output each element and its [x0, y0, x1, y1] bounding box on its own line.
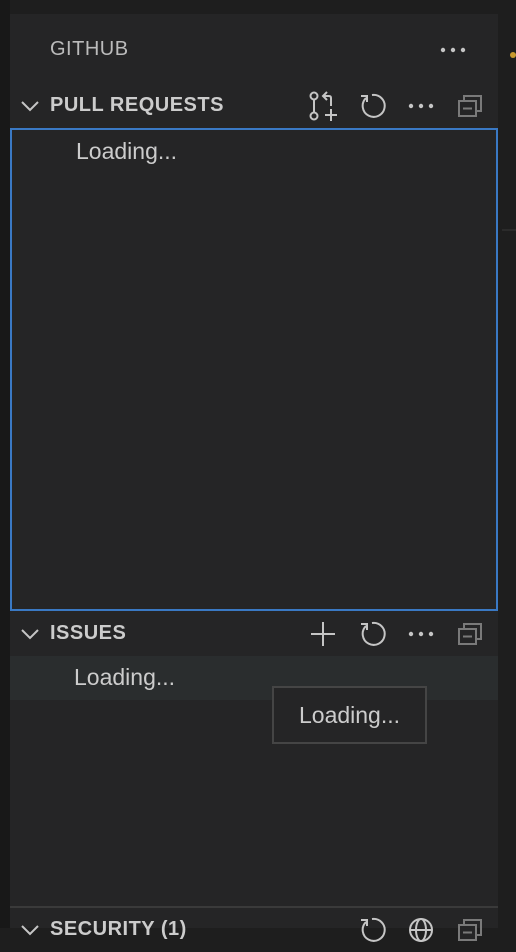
ellipsis-icon: [440, 40, 466, 58]
collapse-issues-button[interactable]: [452, 616, 488, 652]
collapse-pull-requests-button[interactable]: [452, 88, 488, 124]
refresh-icon: [358, 916, 386, 944]
github-sidebar: GITHUB PULL REQUESTS Loading... ISSUES L…: [10, 14, 498, 942]
tree-item-label: Loading...: [76, 138, 178, 164]
activity-bar-edge: [0, 0, 10, 928]
issues-actions: [305, 616, 488, 652]
collapse-security-button[interactable]: [452, 912, 488, 948]
refresh-pull-requests-button[interactable]: [354, 88, 390, 124]
ellipsis-icon: [408, 103, 434, 109]
security-title: SECURITY (1): [50, 918, 187, 940]
refresh-issues-button[interactable]: [354, 616, 390, 652]
chevron-down-icon: [18, 622, 42, 646]
pull-requests-section-header[interactable]: PULL REQUESTS: [10, 84, 498, 128]
collapse-all-icon: [457, 94, 483, 118]
create-pull-request-button[interactable]: [305, 88, 341, 124]
refresh-icon: [358, 620, 386, 648]
security-section-header[interactable]: SECURITY (1): [10, 908, 498, 952]
collapse-all-icon: [457, 622, 483, 646]
globe-icon: [407, 916, 435, 944]
refresh-security-button[interactable]: [354, 912, 390, 948]
add-icon: [309, 620, 337, 648]
view-more-actions-button[interactable]: [435, 34, 471, 64]
refresh-icon: [358, 92, 386, 120]
pull-requests-title: PULL REQUESTS: [50, 94, 224, 116]
chevron-down-icon: [18, 918, 42, 942]
title-bar-strip: [0, 0, 516, 14]
create-issue-button[interactable]: [305, 616, 341, 652]
tree-item-label: Loading...: [74, 664, 176, 690]
editor-sash: [502, 229, 516, 231]
open-in-browser-button[interactable]: [403, 912, 439, 948]
pull-requests-tree[interactable]: Loading...: [10, 128, 498, 611]
view-title: GITHUB: [50, 38, 129, 60]
tree-item-loading[interactable]: Loading...: [12, 130, 496, 174]
security-actions: [354, 912, 488, 948]
issues-more-button[interactable]: [403, 616, 439, 652]
ellipsis-icon: [408, 631, 434, 637]
issues-title: ISSUES: [50, 622, 127, 644]
pull-requests-more-button[interactable]: [403, 88, 439, 124]
chevron-down-icon: [18, 94, 42, 118]
issues-section-header[interactable]: ISSUES: [10, 612, 498, 656]
view-header: GITHUB: [10, 14, 498, 84]
create-pull-request-icon: [307, 90, 339, 122]
pull-requests-actions: [305, 88, 488, 124]
collapse-all-icon: [457, 918, 483, 942]
hover-tooltip: Loading...: [272, 686, 427, 744]
editor-edge: [498, 14, 516, 928]
editor-indicator: [510, 52, 516, 58]
